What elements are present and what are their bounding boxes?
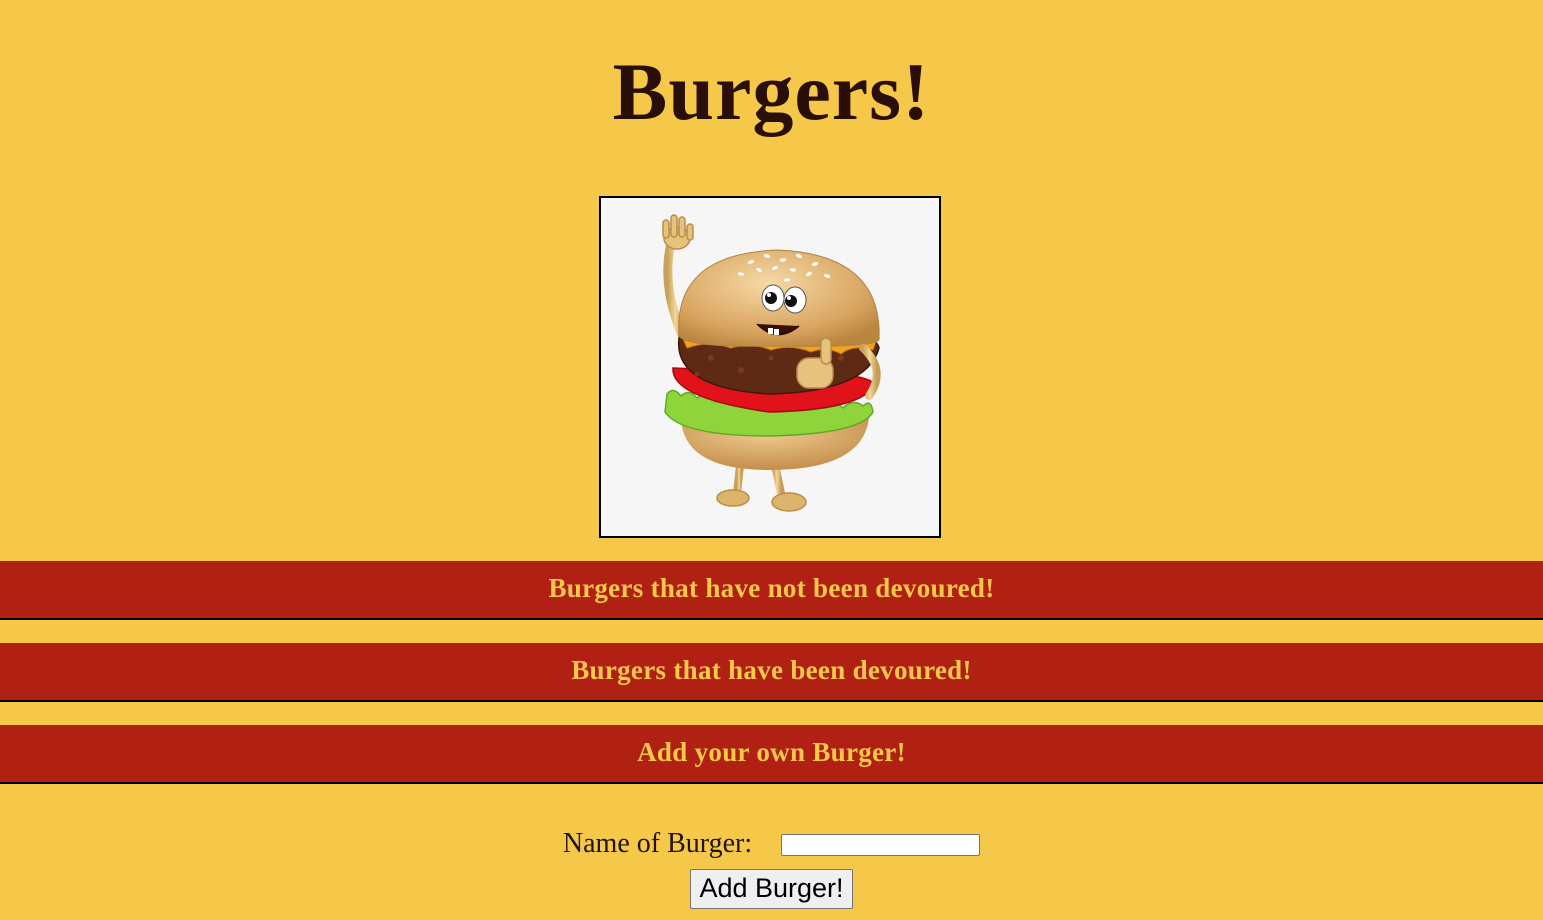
page-title: Burgers!: [612, 46, 931, 137]
section-heading: Burgers that have been devoured!: [571, 655, 972, 685]
submit-row: Add Burger!: [0, 869, 1543, 909]
burger-name-input[interactable]: [781, 833, 981, 856]
burger-name-label: Name of Burger:: [562, 827, 753, 859]
section-not-devoured: Burgers that have not been devoured!: [0, 561, 1543, 620]
add-burger-form: Name of Burger:: [0, 826, 1543, 860]
burger-mascot-icon: [662, 214, 881, 512]
section-add-burger: Add your own Burger!: [0, 725, 1543, 784]
section-devoured: Burgers that have been devoured!: [0, 643, 1543, 702]
page: Burgers! Burgers that have not been devo…: [0, 0, 1543, 920]
burger-mascot-image: [599, 196, 941, 538]
add-burger-button[interactable]: Add Burger!: [690, 869, 853, 909]
section-heading: Burgers that have not been devoured!: [548, 573, 995, 603]
section-heading: Add your own Burger!: [637, 737, 906, 767]
